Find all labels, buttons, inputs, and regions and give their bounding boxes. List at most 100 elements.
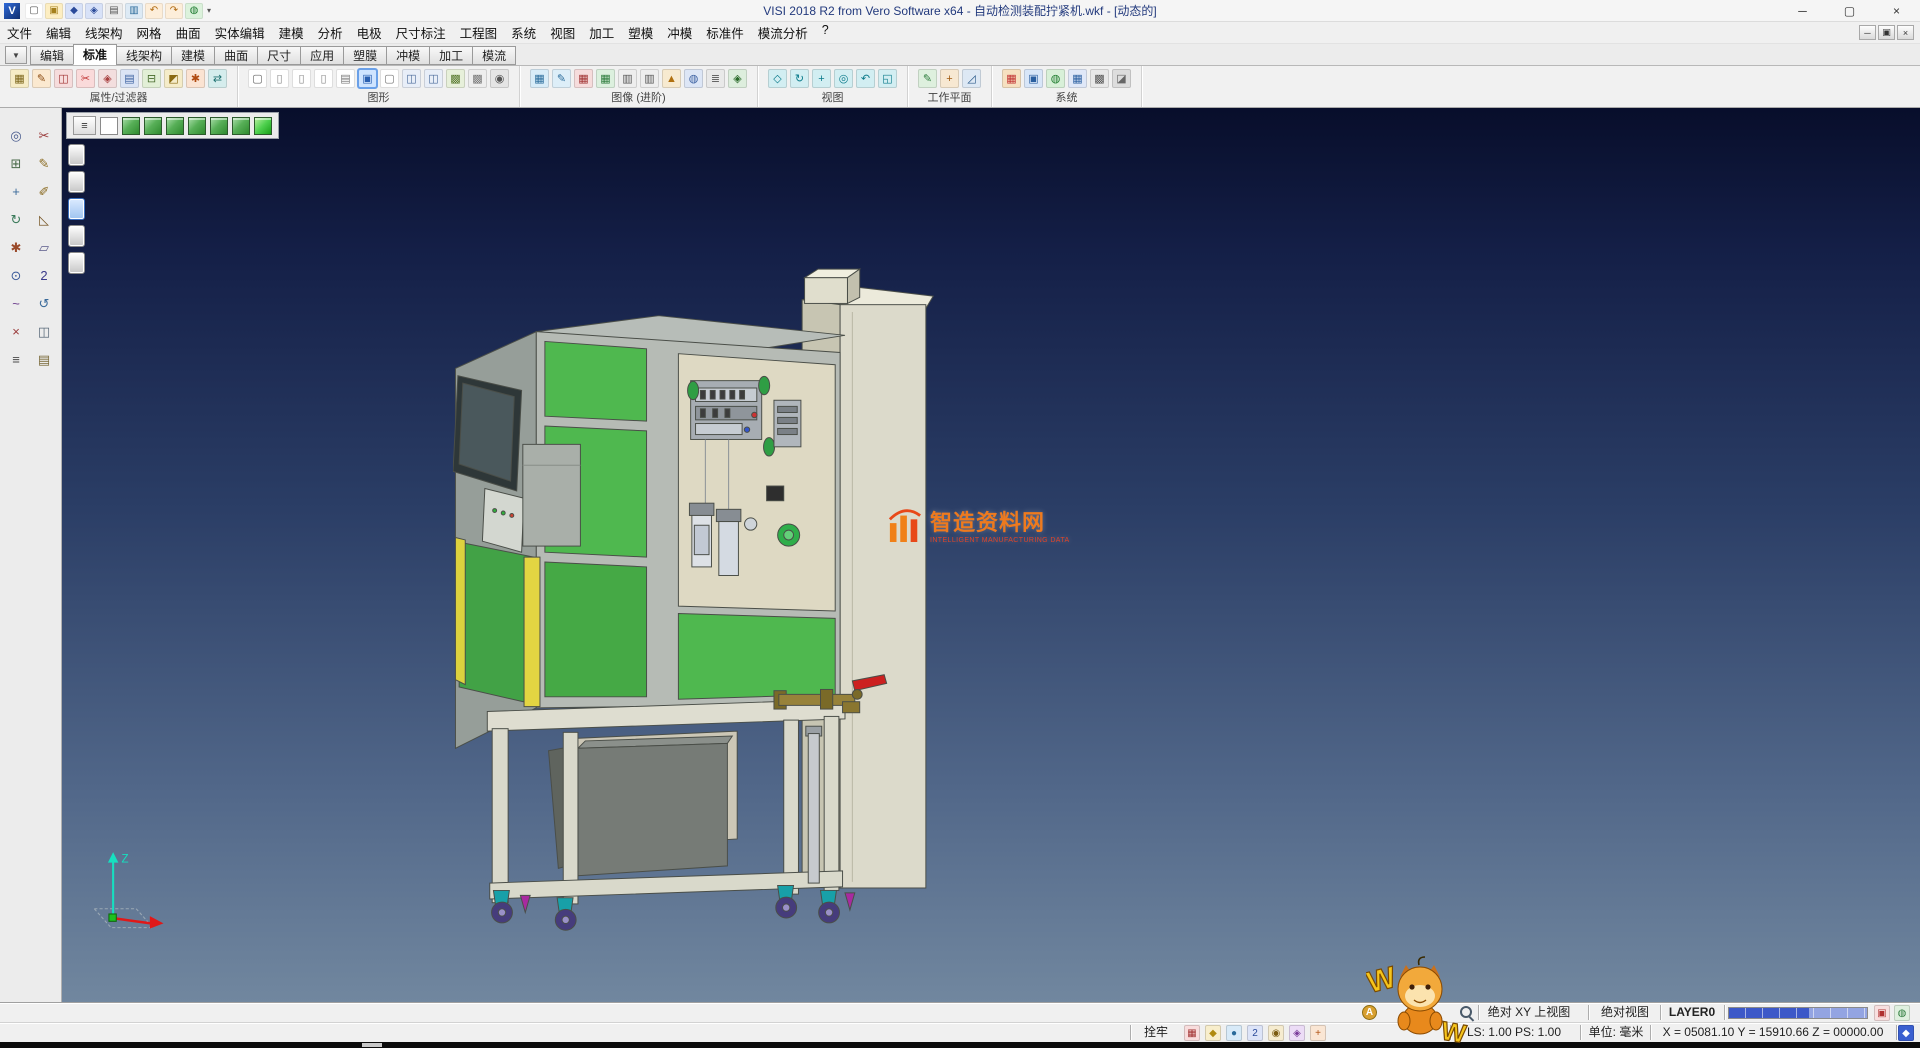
- menu-item[interactable]: 冲模: [660, 23, 699, 42]
- menu-item[interactable]: 尺寸标注: [389, 23, 453, 42]
- undo-view-icon[interactable]: ↺: [32, 292, 56, 315]
- snap-grid-icon[interactable]: ▦: [1184, 1025, 1200, 1041]
- zoom-scale-bar[interactable]: [1728, 1007, 1868, 1019]
- menu-item[interactable]: 文件: [0, 23, 39, 42]
- image-settings-icon[interactable]: ◈: [728, 69, 747, 88]
- magnet-filter-icon[interactable]: ◈: [98, 69, 117, 88]
- image-target-icon[interactable]: ◍: [684, 69, 703, 88]
- plane-stack-2[interactable]: [68, 171, 85, 193]
- right-cube-icon[interactable]: [210, 117, 228, 135]
- mask-filter-icon[interactable]: ◩: [164, 69, 183, 88]
- workplane-align-icon[interactable]: ◿: [962, 69, 981, 88]
- sketch-icon[interactable]: ✎: [32, 152, 56, 175]
- snap-mid-icon[interactable]: ●: [1226, 1025, 1242, 1041]
- tab-mold[interactable]: 塑膜: [343, 46, 387, 65]
- annotate-icon[interactable]: ✐: [32, 180, 56, 203]
- pan-view-icon[interactable]: +: [812, 69, 831, 88]
- tab-edit[interactable]: 编辑: [30, 46, 74, 65]
- list-icon[interactable]: ≡: [4, 348, 28, 371]
- stacked-views-2-icon[interactable]: ◫: [424, 69, 443, 88]
- active-view-icon[interactable]: ▣: [358, 69, 377, 88]
- mdi-close-button[interactable]: ×: [1897, 25, 1914, 40]
- menu-item[interactable]: 编辑: [39, 23, 78, 42]
- ucs-cube-icon[interactable]: ◈: [1289, 1025, 1305, 1041]
- globe-icon[interactable]: ◍: [1046, 69, 1065, 88]
- maximize-button[interactable]: ▢: [1826, 0, 1873, 21]
- print-icon[interactable]: ▤: [105, 3, 123, 19]
- menu-item[interactable]: 标准件: [699, 23, 751, 42]
- rotate-icon[interactable]: ↻: [4, 208, 28, 231]
- move-icon[interactable]: +: [4, 180, 28, 203]
- workplane-edit-icon[interactable]: ✎: [918, 69, 937, 88]
- film-strip-icon[interactable]: ▥: [618, 69, 637, 88]
- wireframe-view-icon[interactable]: ▩: [468, 69, 487, 88]
- attribute-edit-icon[interactable]: ✎: [32, 69, 51, 88]
- tab-standard[interactable]: 标准: [73, 44, 117, 65]
- snap-end-icon[interactable]: ◆: [1205, 1025, 1221, 1041]
- menu-item[interactable]: 网格: [130, 23, 169, 42]
- save-all-icon[interactable]: ◈: [85, 3, 103, 19]
- tab-modeling[interactable]: 建模: [171, 46, 215, 65]
- workplane-origin-icon[interactable]: +: [940, 69, 959, 88]
- plane-stack-4[interactable]: [68, 225, 85, 247]
- left-cube-icon[interactable]: [188, 117, 206, 135]
- trim-icon[interactable]: ✂: [32, 124, 56, 147]
- stacked-views-icon[interactable]: ◫: [402, 69, 421, 88]
- zoom-view-icon[interactable]: ◎: [834, 69, 853, 88]
- attributes-table-icon[interactable]: ▦: [10, 69, 29, 88]
- world-icon[interactable]: ◍: [185, 3, 203, 19]
- image-green-icon[interactable]: ▦: [596, 69, 615, 88]
- front-cube-icon[interactable]: [144, 117, 162, 135]
- plot-icon[interactable]: ▥: [125, 3, 143, 19]
- mirror-icon[interactable]: ◫: [32, 320, 56, 343]
- plane-stack-1[interactable]: [68, 144, 85, 166]
- box-view-icon[interactable]: ▢: [380, 69, 399, 88]
- tab-wireframe[interactable]: 线架构: [116, 46, 172, 65]
- quick-access-caret[interactable]: ▾: [203, 6, 215, 15]
- new-view-icon[interactable]: ▢: [248, 69, 267, 88]
- tab-list-caret[interactable]: ▼: [5, 46, 27, 64]
- shaded-view-icon[interactable]: ▩: [446, 69, 465, 88]
- swap-filter-icon[interactable]: ⇄: [208, 69, 227, 88]
- tab-application[interactable]: 应用: [300, 46, 344, 65]
- close-button[interactable]: ×: [1873, 0, 1920, 21]
- table-grid-icon[interactable]: ▦: [1068, 69, 1087, 88]
- camera-view-icon[interactable]: ◉: [490, 69, 509, 88]
- view-world-icon[interactable]: ◍: [1894, 1005, 1910, 1021]
- clipboard-icon[interactable]: ▤: [32, 348, 56, 371]
- menu-item[interactable]: 曲面: [169, 23, 208, 42]
- previous-view-icon[interactable]: ↶: [856, 69, 875, 88]
- pattern-icon[interactable]: ▩: [1090, 69, 1109, 88]
- absolute-view-label[interactable]: 绝对视图: [1592, 1003, 1658, 1023]
- tab-die[interactable]: 冲模: [386, 46, 430, 65]
- menu-item[interactable]: 工程图: [453, 23, 505, 42]
- film-view-icon[interactable]: ▤: [336, 69, 355, 88]
- menu-item[interactable]: 塑模: [621, 23, 660, 42]
- menu-item[interactable]: 加工: [582, 23, 621, 42]
- snap-quad-icon[interactable]: 2: [1247, 1025, 1263, 1041]
- back-cube-icon[interactable]: [232, 117, 250, 135]
- iso-cube-icon[interactable]: [122, 117, 140, 135]
- film-strip-2-icon[interactable]: ▥: [640, 69, 659, 88]
- page-view-icon[interactable]: ▯: [270, 69, 289, 88]
- filter-copy-icon[interactable]: ◫: [54, 69, 73, 88]
- open-icon[interactable]: ▣: [45, 3, 63, 19]
- new-doc-icon[interactable]: ▢: [25, 3, 43, 19]
- mascot-widget[interactable]: W W: [1366, 952, 1472, 1044]
- plane-icon[interactable]: ▱: [32, 236, 56, 259]
- material-icon[interactable]: ◪: [1112, 69, 1131, 88]
- menu-item[interactable]: 线架构: [78, 23, 130, 42]
- image-layers-icon[interactable]: ≣: [706, 69, 725, 88]
- point-icon[interactable]: ⊙: [4, 264, 28, 287]
- grid-snap-icon[interactable]: ⊞: [4, 152, 28, 175]
- plane-stack-3[interactable]: [68, 198, 85, 220]
- sequence-icon[interactable]: 2: [32, 264, 56, 287]
- color-grid-icon[interactable]: ▦: [1002, 69, 1021, 88]
- image-capture-icon[interactable]: ▦: [530, 69, 549, 88]
- menu-item[interactable]: 系统: [504, 23, 543, 42]
- filter-cut-icon[interactable]: ✂: [76, 69, 95, 88]
- panel-menu-icon[interactable]: ≡: [73, 116, 96, 135]
- viewport-3d[interactable]: ≡: [62, 108, 1920, 1002]
- menu-item[interactable]: 模流分析: [751, 23, 815, 42]
- mdi-restore-button[interactable]: ▣: [1878, 25, 1895, 40]
